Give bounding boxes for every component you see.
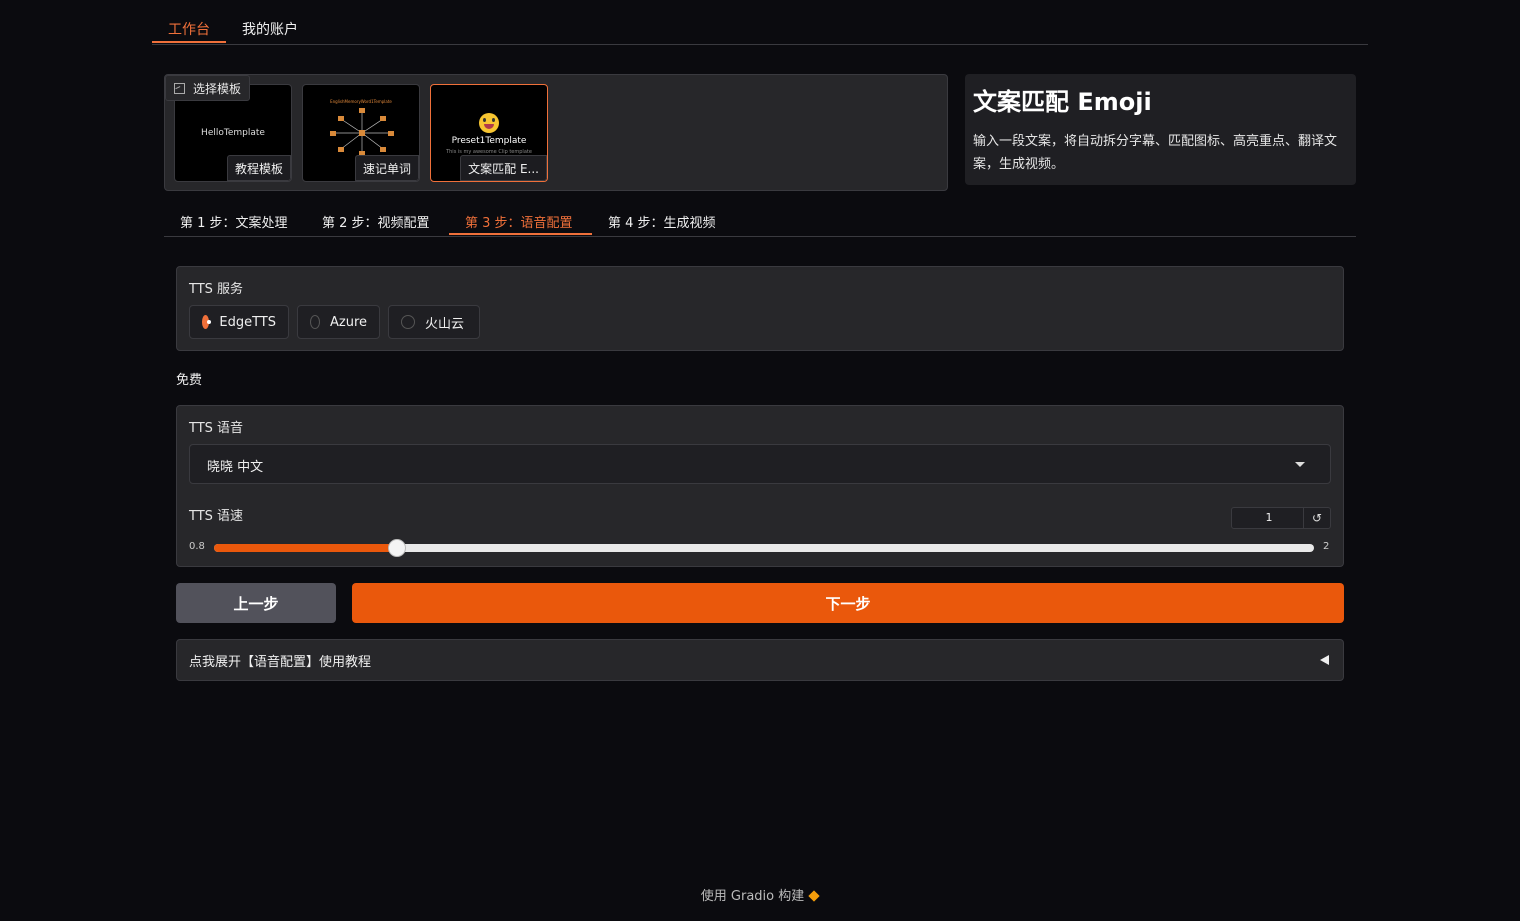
radio-label: EdgeTTS	[219, 314, 276, 330]
accordion-label: 点我展开【语音配置】使用教程	[189, 655, 372, 670]
reset-icon[interactable]: ↺	[1303, 508, 1330, 528]
tts-service-label: TTS 服务	[189, 282, 244, 297]
collapse-arrow-icon[interactable]	[1320, 655, 1329, 665]
tts-speed-label: TTS 语速	[189, 509, 244, 524]
active-tab-indicator	[152, 41, 226, 43]
thumb-caption: 文案匹配 E...	[460, 155, 547, 181]
thumb-caption: 速记单词	[354, 155, 419, 181]
tab-step-2[interactable]: 第 2 步：视频配置	[322, 212, 430, 231]
slider-fill	[214, 544, 398, 552]
radio-volcano[interactable]: 火山云	[388, 305, 480, 339]
tab-my-account[interactable]: 我的账户	[242, 19, 298, 39]
gallery-label: 选择模板	[165, 75, 251, 101]
prev-step-button[interactable]: 上一步	[176, 583, 336, 623]
tts-voice-panel: TTS 语音 晓晓 中文 TTS 语速 1 ↺ 0.8 2	[176, 405, 1344, 567]
tab-step-1[interactable]: 第 1 步：文案处理	[180, 212, 288, 231]
tts-voice-dropdown[interactable]: 晓晓 中文	[189, 444, 1331, 484]
tts-voice-label: TTS 语音	[189, 421, 244, 436]
tts-speed-number-input[interactable]: 1 ↺	[1231, 507, 1331, 529]
tab-step-4[interactable]: 第 4 步：生成视频	[608, 212, 716, 231]
active-step-indicator	[449, 233, 592, 235]
tts-speed-slider[interactable]	[214, 539, 1314, 557]
top-tab-bar: 工作台 我的账户	[152, 10, 1368, 45]
tts-speed-value[interactable]: 1	[1232, 511, 1306, 524]
tts-service-panel: TTS 服务 EdgeTTS Azure 火山云	[176, 266, 1344, 351]
tutorial-accordion[interactable]: 点我展开【语音配置】使用教程	[176, 639, 1344, 681]
next-step-button[interactable]: 下一步	[352, 583, 1344, 623]
radio-dot	[401, 315, 415, 329]
chevron-down-icon	[1295, 462, 1305, 467]
slider-min-label: 0.8	[189, 541, 205, 552]
radio-azure[interactable]: Azure	[297, 305, 380, 339]
gallery-label-text: 选择模板	[193, 81, 242, 96]
tab-step-3[interactable]: 第 3 步：语音配置	[465, 212, 573, 231]
thumb-caption: 教程模板	[226, 155, 291, 181]
radio-label: 火山云	[425, 316, 465, 332]
footer-text[interactable]: 使用 Gradio 构建	[701, 889, 804, 904]
footer: 使用 Gradio 构建	[0, 885, 1520, 904]
template-thumb-memory-word[interactable]: EnglishMemoryWord1Template 速记单词	[302, 84, 420, 182]
radio-dot	[202, 315, 212, 329]
gradio-logo-icon	[808, 890, 820, 902]
slider-max-label: 2	[1323, 541, 1330, 552]
template-info: 文案匹配 Emoji 输入一段文案，将自动拆分字幕、匹配图标、高亮重点、翻译文案…	[965, 74, 1356, 185]
template-description: 输入一段文案，将自动拆分字幕、匹配图标、高亮重点、翻译文案，生成视频。	[973, 134, 1338, 172]
emoji-face-icon	[479, 113, 499, 133]
thumb-preview: Preset1Template	[451, 136, 527, 146]
step-tab-bar: 第 1 步：文案处理 第 2 步：视频配置 第 3 步：语音配置 第 4 步：生…	[164, 200, 1356, 237]
radio-dot	[310, 315, 320, 329]
tts-voice-value: 晓晓 中文	[207, 460, 264, 475]
template-title: 文案匹配 Emoji	[973, 88, 1152, 116]
template-gallery: 选择模板 HelloTemplate 教程模板 EnglishMemoryWor…	[164, 74, 948, 191]
free-note: 免费	[176, 373, 203, 388]
template-thumb-emoji[interactable]: Preset1Template This is my awesome Clip …	[430, 84, 548, 182]
radio-edgetts[interactable]: EdgeTTS	[189, 305, 289, 339]
radio-label: Azure	[329, 314, 367, 330]
tab-workbench[interactable]: 工作台	[168, 19, 210, 39]
image-icon	[174, 82, 185, 94]
slider-handle[interactable]	[388, 539, 407, 557]
